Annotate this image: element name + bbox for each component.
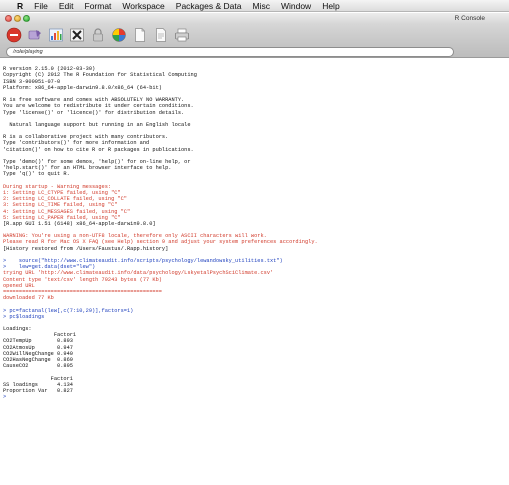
source-script-button[interactable] <box>27 27 43 43</box>
x11-button[interactable] <box>69 27 85 43</box>
working-directory-field[interactable]: /role/playing <box>6 47 454 57</box>
print-icon <box>175 28 189 42</box>
menu-format[interactable]: Format <box>85 0 112 12</box>
console-output[interactable]: R version 2.15.0 (2012-03-30) Copyright (… <box>3 60 503 482</box>
authorize-button[interactable] <box>90 27 106 43</box>
menu-bar: R File Edit Format Workspace Packages & … <box>0 0 509 12</box>
window-titlebar[interactable]: R Console <box>0 13 509 24</box>
print-button[interactable] <box>174 27 190 43</box>
zoom-window-button[interactable] <box>23 15 30 22</box>
menu-misc[interactable]: Misc <box>252 0 269 12</box>
quartz-graphics-icon <box>49 28 63 42</box>
close-window-button[interactable] <box>5 15 12 22</box>
console-command-line: > <box>3 394 7 401</box>
open-document-button[interactable] <box>153 27 169 43</box>
stop-icon <box>6 27 22 43</box>
menu-packages-data[interactable]: Packages & Data <box>176 0 242 12</box>
menu-window[interactable]: Window <box>281 0 311 12</box>
menu-workspace[interactable]: Workspace <box>122 0 164 12</box>
color-wheel-icon <box>112 28 126 42</box>
open-document-icon <box>156 28 166 42</box>
menu-file[interactable]: File <box>34 0 48 12</box>
new-document-icon <box>135 28 145 42</box>
window-title: R Console <box>454 15 485 22</box>
console-toolbar <box>0 24 509 46</box>
menu-edit[interactable]: Edit <box>59 0 74 12</box>
source-script-icon <box>28 30 41 40</box>
quartz-graphics-button[interactable] <box>48 27 64 43</box>
color-picker-button[interactable] <box>111 27 127 43</box>
minimize-window-button[interactable] <box>14 15 21 22</box>
working-directory-bar: /role/playing <box>0 46 509 58</box>
menu-r[interactable]: R <box>17 0 23 12</box>
stop-button[interactable] <box>6 27 22 43</box>
new-document-button[interactable] <box>132 27 148 43</box>
menu-help[interactable]: Help <box>322 0 339 12</box>
lock-icon <box>93 28 103 42</box>
x11-icon <box>70 28 84 42</box>
